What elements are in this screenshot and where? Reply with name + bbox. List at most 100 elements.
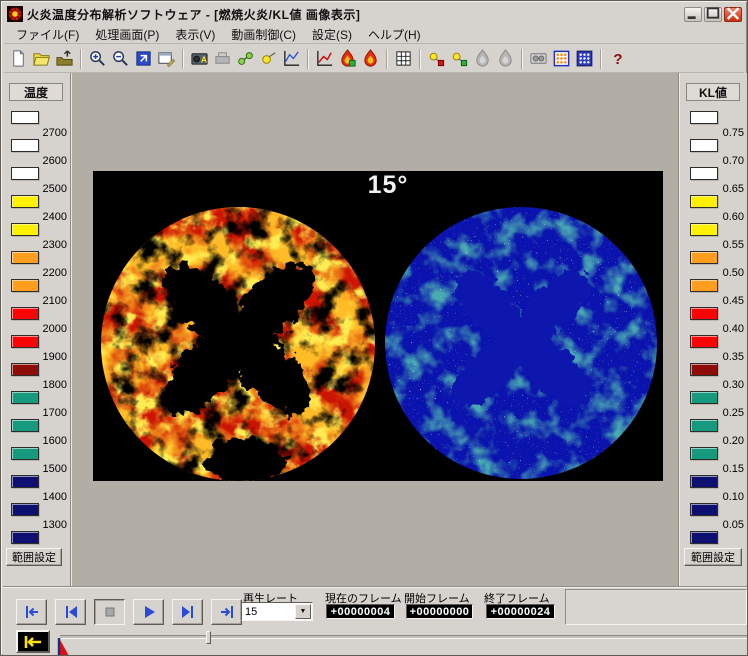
seek-slider-track[interactable]	[60, 635, 747, 639]
temperature-swatch-12	[11, 447, 39, 460]
graph-red-icon[interactable]	[313, 47, 336, 70]
kl-tick-label: 0.10	[718, 492, 744, 503]
toolbar-separator	[600, 49, 602, 69]
zoom-in-icon[interactable]	[86, 47, 109, 70]
window-title: 火炎温度分布解析ソフトウェア - [燃焼火炎/KL値 画像表示]	[27, 6, 360, 23]
kl-tick-label: 0.40	[718, 324, 744, 335]
kl-tick-label: 0.05	[718, 520, 744, 531]
menu-item-file[interactable]: ファイル(F)	[8, 24, 87, 45]
temperature-swatch-15	[11, 531, 39, 544]
temperature-swatch-11	[11, 419, 39, 432]
kl-legend-panel: KL値 範囲設定 0.750.700.650.600.550.500.450.4…	[679, 73, 747, 586]
kl-tick-label: 0.50	[718, 268, 744, 279]
kl-header: KL値	[686, 83, 740, 101]
temperature-swatch-2	[11, 167, 39, 180]
node-yellow-icon[interactable]	[257, 47, 280, 70]
kl-swatch-14	[690, 503, 718, 516]
kl-swatch-9	[690, 363, 718, 376]
flame-red-icon[interactable]	[359, 47, 382, 70]
edit-window-icon[interactable]	[155, 47, 178, 70]
camera-a-icon[interactable]: A	[188, 47, 211, 70]
temperature-tick-label: 1400	[41, 492, 67, 503]
link-green-icon[interactable]	[234, 47, 257, 70]
rate-dropdown[interactable]: 15 ▼	[241, 602, 313, 621]
kl-swatch-7	[690, 307, 718, 320]
open-folder-icon[interactable]	[30, 47, 53, 70]
spray-angle-label: 15°	[348, 171, 428, 203]
toolbar-separator	[419, 49, 421, 69]
maximize-button[interactable]	[704, 7, 722, 22]
kl-swatch-15	[690, 531, 718, 544]
stop-button[interactable]	[94, 599, 125, 625]
temperature-swatch-6	[11, 279, 39, 292]
graph-icon[interactable]	[280, 47, 303, 70]
start-frame-value: +00000000	[406, 604, 473, 619]
grid-icon[interactable]	[392, 47, 415, 70]
temperature-tick-label: 1700	[41, 408, 67, 419]
kl-swatch-8	[690, 335, 718, 348]
kl-swatch-3	[690, 195, 718, 208]
temperature-tick-label: 2600	[41, 156, 67, 167]
toolbar-separator	[386, 49, 388, 69]
kl-tick-label: 0.55	[718, 240, 744, 251]
kl-range-button[interactable]: 範囲設定	[684, 548, 742, 566]
seek-row	[3, 628, 747, 655]
save-folder-icon[interactable]	[53, 47, 76, 70]
app-window: 火炎温度分布解析ソフトウェア - [燃焼火炎/KL値 画像表示] ファイル(F)…	[0, 0, 748, 656]
app-flame-icon	[7, 6, 23, 22]
matrix-orange-icon[interactable]	[550, 47, 573, 70]
next-frame-button[interactable]	[172, 599, 203, 625]
zoom-out-icon[interactable]	[109, 47, 132, 70]
flame-gray-icon[interactable]	[471, 47, 494, 70]
toolbar-separator	[307, 49, 309, 69]
jump-first-button[interactable]	[16, 599, 47, 625]
kl-tick-label: 0.15	[718, 464, 744, 475]
flame-visualization	[93, 171, 663, 481]
menu-item-movie-control[interactable]: 動画制御(C)	[223, 24, 304, 45]
menu-item-settings[interactable]: 設定(S)	[304, 24, 360, 45]
menu-item-process-screen[interactable]: 処理画面(P)	[87, 24, 167, 45]
minimize-button[interactable]	[684, 7, 702, 22]
temperature-swatch-7	[11, 307, 39, 320]
menu-item-view[interactable]: 表示(V)	[167, 24, 223, 45]
print-gray-icon[interactable]	[211, 47, 234, 70]
temperature-header: 温度	[9, 83, 63, 101]
temperature-swatch-5	[11, 251, 39, 264]
temperature-tick-label: 1300	[41, 520, 67, 531]
seek-slider-thumb[interactable]	[206, 631, 211, 644]
kl-swatch-1	[690, 139, 718, 152]
mouse-cursor-icon	[56, 637, 71, 656]
help-icon[interactable]: ?	[606, 47, 629, 70]
temperature-swatch-8	[11, 335, 39, 348]
temperature-tick-label: 2400	[41, 212, 67, 223]
matrix-white-icon[interactable]	[573, 47, 596, 70]
temperature-swatch-10	[11, 391, 39, 404]
play-button[interactable]	[133, 599, 164, 625]
title-bar[interactable]: 火炎温度分布解析ソフトウェア - [燃焼火炎/KL値 画像表示]	[4, 4, 744, 24]
transport-bar: 再生レート 15 ▼ 現在のフレーム+00000004開始フレーム+000000…	[3, 586, 747, 628]
kl-tick-label: 0.70	[718, 156, 744, 167]
menu-item-help[interactable]: ヘルプ(H)	[360, 24, 429, 45]
close-button[interactable]	[724, 7, 742, 22]
kl-swatch-6	[690, 279, 718, 292]
prev-frame-button[interactable]	[55, 599, 86, 625]
temperature-swatch-14	[11, 503, 39, 516]
expand-view-icon[interactable]	[132, 47, 155, 70]
film-icon[interactable]	[527, 47, 550, 70]
temperature-tick-label: 2100	[41, 296, 67, 307]
kl-swatch-5	[690, 251, 718, 264]
kl-tick-label: 0.20	[718, 436, 744, 447]
temperature-range-button[interactable]: 範囲設定	[6, 548, 62, 566]
kl-tick-label: 0.60	[718, 212, 744, 223]
flame-gray2-icon[interactable]	[494, 47, 517, 70]
node-green-icon[interactable]	[448, 47, 471, 70]
node-red-icon[interactable]	[425, 47, 448, 70]
jump-to-start-button[interactable]	[16, 630, 50, 653]
kl-swatch-4	[690, 223, 718, 236]
jump-last-button[interactable]	[211, 599, 242, 625]
new-file-icon[interactable]	[7, 47, 30, 70]
flame-green-icon[interactable]	[336, 47, 359, 70]
chevron-down-icon[interactable]: ▼	[295, 604, 311, 619]
kl-swatch-2	[690, 167, 718, 180]
toolbar-separator	[182, 49, 184, 69]
